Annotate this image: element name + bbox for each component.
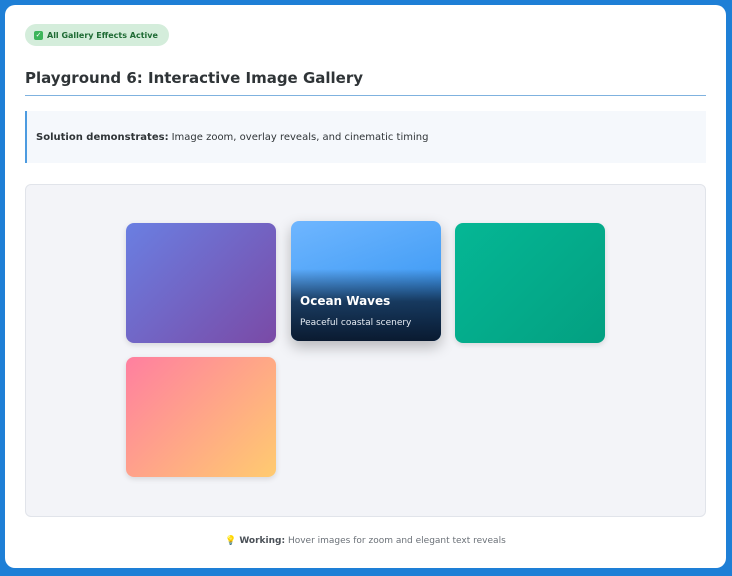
- gallery-image-title: Ocean Waves: [300, 294, 391, 308]
- status-badge-label: All Gallery Effects Active: [47, 30, 158, 40]
- solution-note-label: Solution demonstrates:: [36, 131, 169, 143]
- gallery-image-subtitle: Peaceful coastal scenery: [300, 318, 412, 328]
- gallery-image-1[interactable]: [126, 223, 276, 343]
- footer-hint-text: Hover images for zoom and elegant text r…: [287, 536, 506, 546]
- footer-hint: 💡 Working: Hover images for zoom and ele…: [5, 536, 726, 546]
- image-gallery: Ocean Waves Peaceful coastal scenery: [25, 184, 706, 517]
- lightbulb-icon: 💡: [225, 536, 237, 546]
- status-badge: ✓ All Gallery Effects Active: [25, 24, 169, 46]
- gallery-image-3[interactable]: [455, 223, 605, 343]
- footer-hint-label: Working:: [239, 536, 286, 546]
- page-title: Playground 6: Interactive Image Gallery: [25, 69, 364, 87]
- solution-note: Solution demonstrates: Image zoom, overl…: [25, 111, 706, 163]
- title-divider: [25, 95, 706, 96]
- check-icon: ✓: [34, 30, 43, 40]
- playground-card: ✓ All Gallery Effects Active Playground …: [5, 5, 726, 568]
- gallery-image-4[interactable]: [126, 357, 276, 477]
- gallery-image-2[interactable]: Ocean Waves Peaceful coastal scenery: [291, 221, 441, 341]
- solution-note-text: Image zoom, overlay reveals, and cinemat…: [171, 131, 429, 143]
